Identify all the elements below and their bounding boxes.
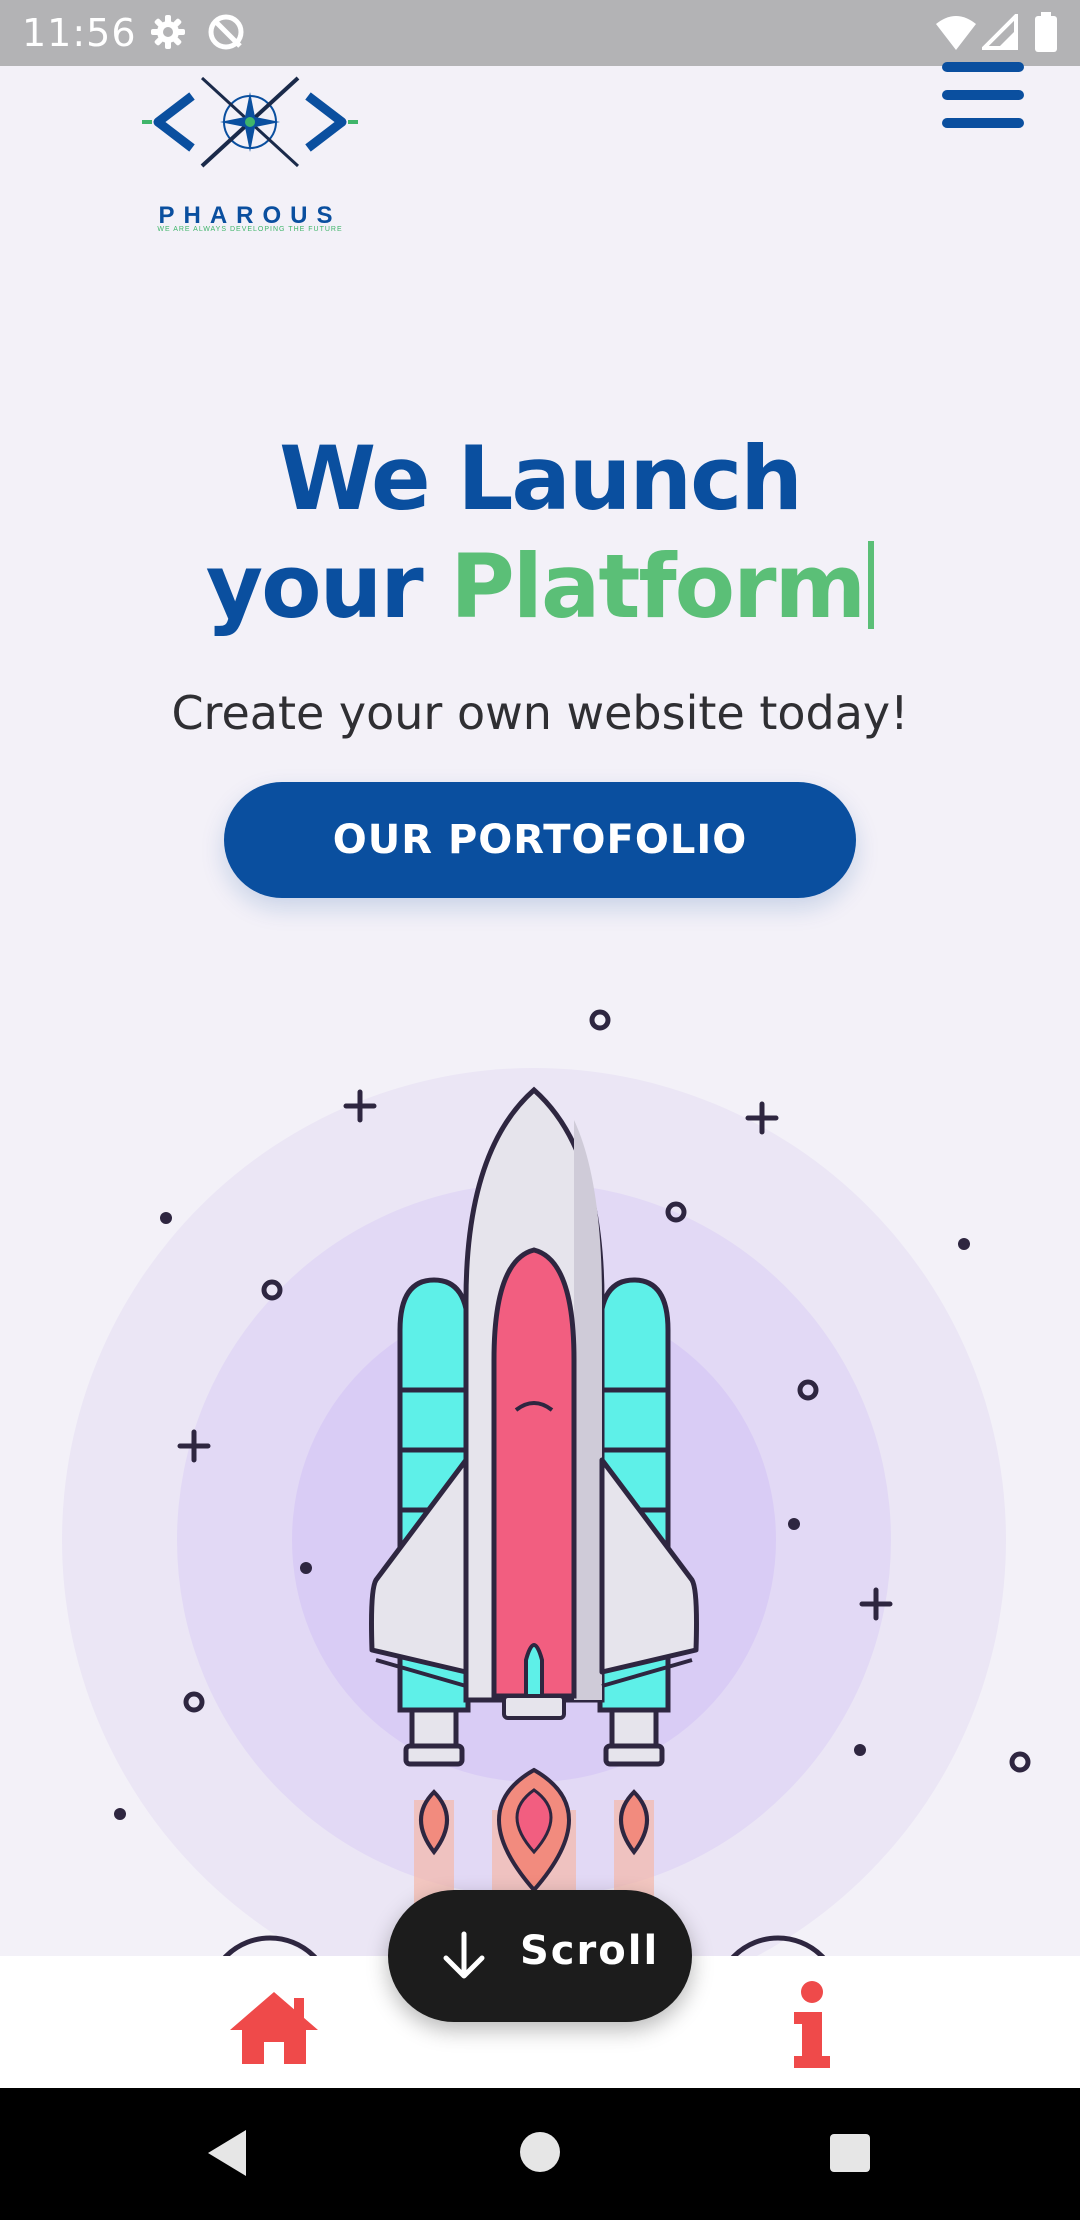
logo-tagline: WE ARE ALWAYS DEVELOPING THE FUTURE xyxy=(157,226,343,233)
system-navigation-bar xyxy=(0,2088,1080,2220)
arrow-down-icon xyxy=(443,1931,485,1979)
hamburger-menu-icon[interactable] xyxy=(940,62,1026,132)
cell-signal-icon xyxy=(979,11,1018,54)
scroll-label: Scroll xyxy=(520,1928,660,1974)
back-icon[interactable] xyxy=(204,2128,248,2178)
typing-cursor xyxy=(868,541,875,629)
wifi-icon xyxy=(934,14,978,56)
home-circle-icon[interactable] xyxy=(518,2130,562,2174)
battery-icon xyxy=(1034,12,1058,56)
app-header: PHAROUS WE ARE ALWAYS DEVELOPING THE FUT… xyxy=(0,62,1080,233)
hero-title-line2: your Platform xyxy=(0,533,1080,641)
hero-title: We Launch your Platform xyxy=(0,425,1080,641)
hero-title-line1: We Launch xyxy=(279,427,803,530)
hero-title-prefix: your xyxy=(205,535,451,638)
hero-title-accent: Platform xyxy=(450,535,866,638)
scroll-button[interactable]: Scroll xyxy=(388,1890,692,2022)
info-icon[interactable] xyxy=(780,1980,840,2070)
portfolio-button[interactable]: OUR PORTOFOLIO xyxy=(224,782,856,898)
rocket-launch-illustration xyxy=(62,1009,1031,1956)
recents-icon[interactable] xyxy=(828,2132,872,2174)
hero-subtitle: Create your own website today! xyxy=(171,686,909,740)
home-icon[interactable] xyxy=(226,1988,322,2068)
status-time: 11:56 xyxy=(22,11,137,55)
